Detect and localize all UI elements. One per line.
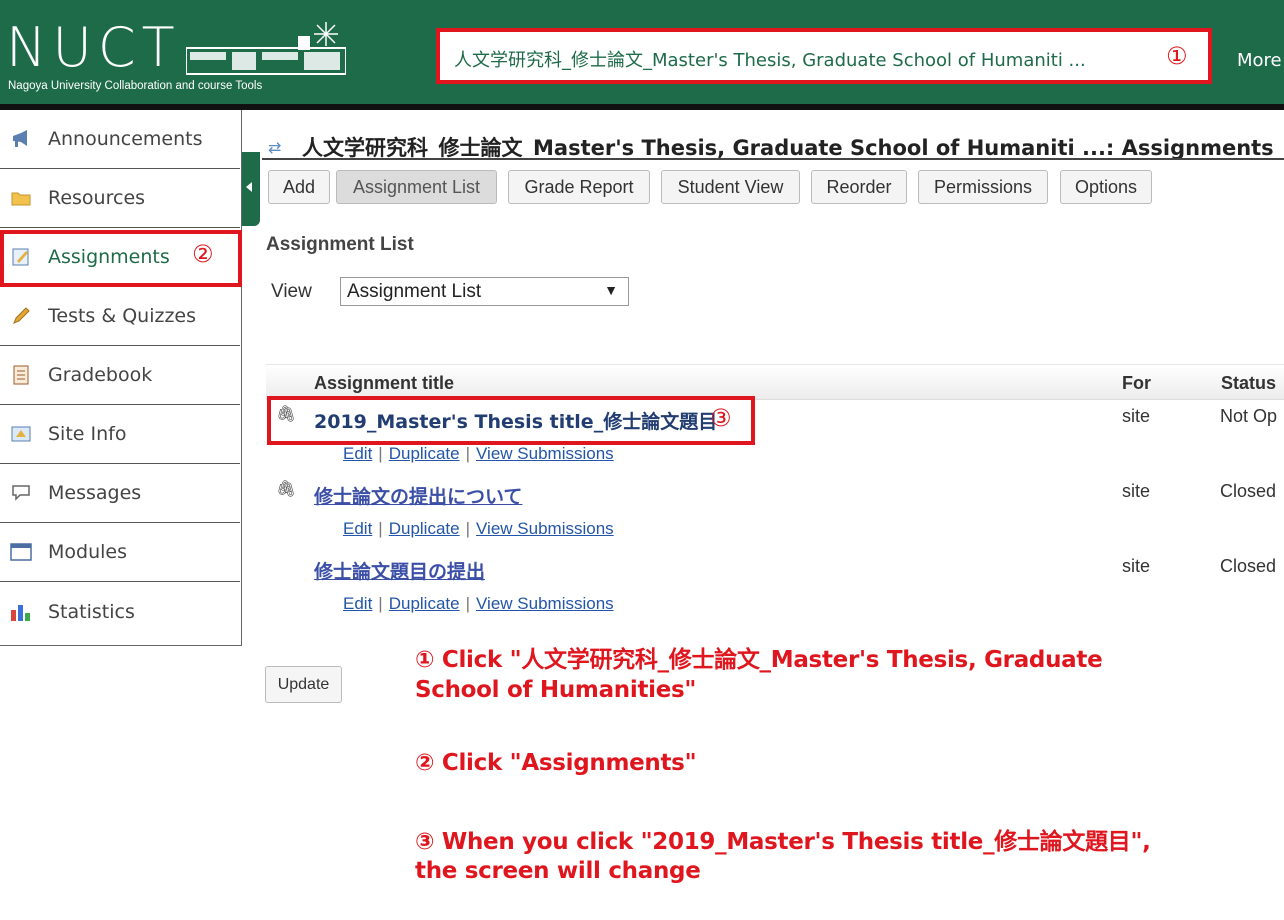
step-3-marker: ③ xyxy=(710,404,732,432)
logo-text: NUCT xyxy=(6,16,181,79)
grade-report-button[interactable]: Grade Report xyxy=(508,170,650,204)
duplicate-link[interactable]: Duplicate xyxy=(389,594,460,613)
sidebar-item-label: Messages xyxy=(48,482,142,504)
instruction-step-2: ② Click "Assignments" xyxy=(415,750,697,776)
speech-bubble-icon xyxy=(10,482,32,504)
title-divider xyxy=(262,158,1284,160)
megaphone-icon xyxy=(10,128,32,150)
more-sites-link[interactable]: More xyxy=(1237,50,1282,71)
instruction-step-3-line-1: ③ When you click "2019_Master's Thesis t… xyxy=(415,829,1151,855)
gradebook-icon xyxy=(10,364,32,386)
sync-arrows-icon: ⇄ xyxy=(268,138,282,157)
sidebar-item-label: Site Info xyxy=(48,423,127,445)
instruction-step-3-line-2: the screen will change xyxy=(415,858,701,884)
sidebar-item-messages[interactable]: Messages xyxy=(0,464,240,523)
edit-link[interactable]: Edit xyxy=(343,444,372,463)
permissions-button[interactable]: Permissions xyxy=(918,170,1048,204)
nuct-logo[interactable]: NUCT Nagoya University Collaboration and… xyxy=(6,18,346,102)
paperclip-icon: 🖇 xyxy=(276,479,297,498)
duplicate-link[interactable]: Duplicate xyxy=(389,519,460,538)
sidebar-item-statistics[interactable]: Statistics xyxy=(0,582,240,641)
row-actions: Edit | Duplicate | View Submissions xyxy=(343,519,614,538)
sidebar-item-announcements[interactable]: Announcements xyxy=(0,110,240,169)
assignment-for: site xyxy=(1122,481,1151,501)
step-1-marker: ① xyxy=(1166,42,1188,70)
assignment-title-link[interactable]: 修士論文の提出について xyxy=(314,482,522,509)
assignment-table-header: Assignment title For Status xyxy=(266,364,1284,400)
chevron-left-icon xyxy=(246,182,252,192)
bar-chart-icon xyxy=(10,601,32,623)
folder-icon xyxy=(10,187,32,209)
dropdown-arrow-icon: ▼ xyxy=(604,282,618,298)
assignment-for: site xyxy=(1122,406,1151,426)
assignment-status: Not Op xyxy=(1220,406,1278,426)
sidebar-item-label: Tests & Quizzes xyxy=(48,305,197,327)
window-icon xyxy=(10,541,32,563)
duplicate-link[interactable]: Duplicate xyxy=(389,444,460,463)
options-button[interactable]: Options xyxy=(1060,170,1152,204)
update-button[interactable]: Update xyxy=(265,666,342,703)
view-submissions-link[interactable]: View Submissions xyxy=(476,594,614,613)
assignment-highlight-box xyxy=(267,396,755,445)
assignment-for: site xyxy=(1122,556,1151,576)
sidebar-item-gradebook[interactable]: Gradebook xyxy=(0,346,240,405)
row-actions: Edit | Duplicate | View Submissions xyxy=(343,594,614,613)
sidebar-item-modules[interactable]: Modules xyxy=(0,523,240,582)
edit-link[interactable]: Edit xyxy=(343,594,372,613)
pencil-icon xyxy=(10,305,32,327)
sidebar-item-label: Resources xyxy=(48,187,146,209)
column-header-status[interactable]: Status xyxy=(1221,373,1276,394)
sidebar-item-label: Statistics xyxy=(48,600,135,623)
add-button[interactable]: Add xyxy=(268,170,330,204)
sidebar-item-label: Announcements xyxy=(48,128,203,150)
building-logo-icon xyxy=(186,22,346,75)
section-heading: Assignment List xyxy=(266,234,414,255)
view-label: View xyxy=(271,281,312,302)
site-info-icon xyxy=(10,423,32,445)
sidebar-item-site-info[interactable]: Site Info xyxy=(0,405,240,464)
row-actions: Edit | Duplicate | View Submissions xyxy=(343,444,614,463)
instruction-step-1-line-1: ① Click "人文学研究科_修士論文_Master's Thesis, Gr… xyxy=(415,647,1103,673)
collapse-sidebar-toggle[interactable] xyxy=(242,152,260,226)
tool-sidebar: Announcements Resources Assignments Test… xyxy=(0,110,242,646)
student-view-button[interactable]: Student View xyxy=(661,170,800,204)
column-header-for[interactable]: For xyxy=(1122,373,1151,394)
step-2-marker: ② xyxy=(192,240,214,268)
sidebar-item-label: Gradebook xyxy=(48,364,153,386)
logo-subtitle: Nagoya University Collaboration and cour… xyxy=(8,80,263,92)
assignment-status: Closed xyxy=(1220,481,1277,501)
view-submissions-link[interactable]: View Submissions xyxy=(476,519,614,538)
column-header-title[interactable]: Assignment title xyxy=(314,373,454,394)
site-header: NUCT Nagoya University Collaboration and… xyxy=(0,0,1284,104)
sidebar-item-label: Modules xyxy=(48,541,127,563)
sidebar-item-resources[interactable]: Resources xyxy=(0,169,240,228)
view-submissions-link[interactable]: View Submissions xyxy=(476,444,614,463)
assignment-status: Closed xyxy=(1220,556,1277,576)
view-select[interactable]: Assignment List ▼ xyxy=(340,277,629,306)
view-select-value: Assignment List xyxy=(347,281,482,302)
site-tab-label: 人文学研究科_修士論文_Master's Thesis, Graduate Sc… xyxy=(454,50,1086,71)
assignment-title-link[interactable]: 修士論文題目の提出 xyxy=(314,557,485,584)
edit-link[interactable]: Edit xyxy=(343,519,372,538)
instruction-step-1-line-2: School of Humanities" xyxy=(415,677,697,703)
site-tab-highlighted[interactable]: 人文学研究科_修士論文_Master's Thesis, Graduate Sc… xyxy=(436,28,1212,84)
reorder-button[interactable]: Reorder xyxy=(811,170,907,204)
assignment-list-button[interactable]: Assignment List xyxy=(336,170,497,204)
sidebar-item-tests-quizzes[interactable]: Tests & Quizzes xyxy=(0,287,240,346)
